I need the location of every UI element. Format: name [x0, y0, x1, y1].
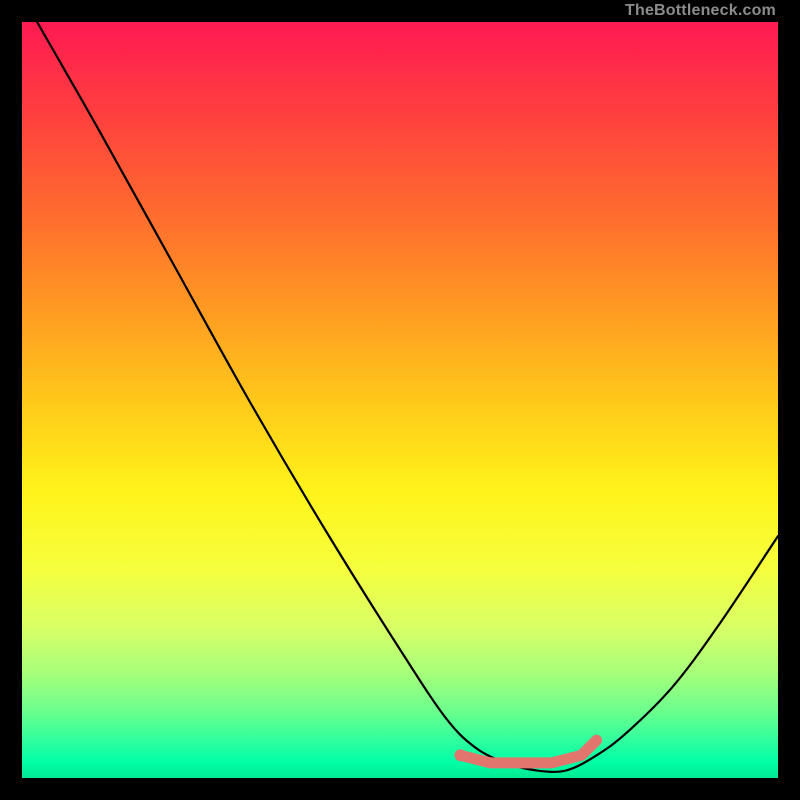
- bottleneck-curve: [37, 22, 778, 772]
- plot-area: [22, 22, 778, 778]
- chart-svg: [22, 22, 778, 778]
- chart-frame: TheBottleneck.com: [0, 0, 800, 800]
- optimal-range-start-dot: [455, 749, 467, 761]
- watermark-text: TheBottleneck.com: [625, 0, 776, 22]
